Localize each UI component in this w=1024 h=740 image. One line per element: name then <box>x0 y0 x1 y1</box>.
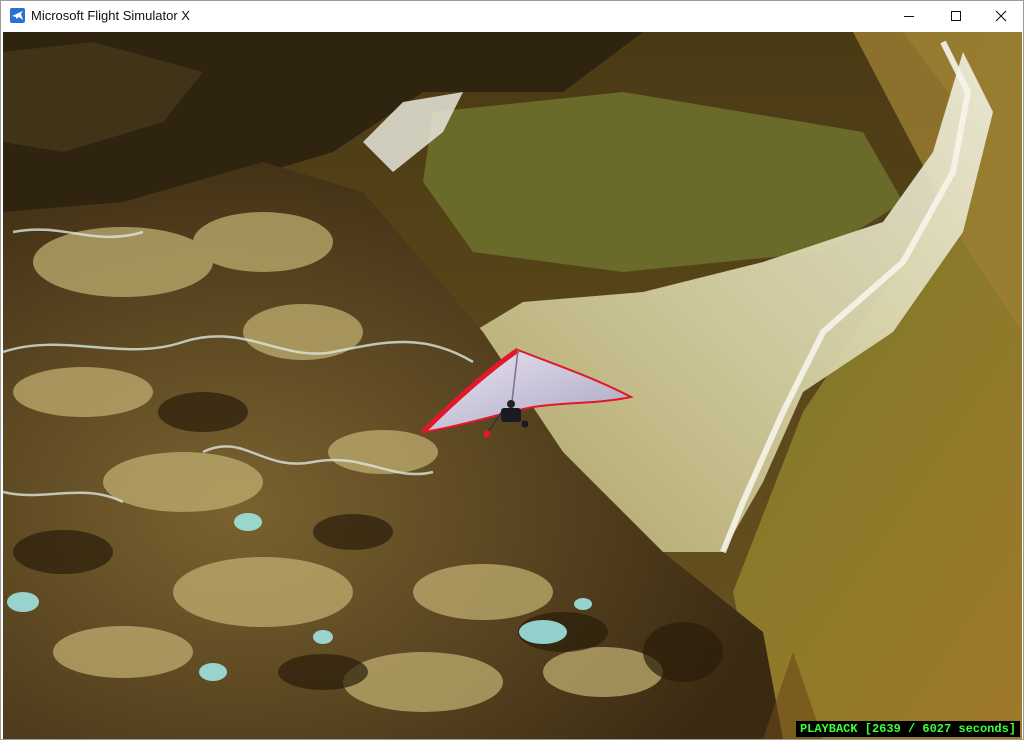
app-window: Microsoft Flight Simulator X PLAYBACK [2… <box>0 0 1024 740</box>
playback-status: PLAYBACK [2639 / 6027 seconds] <box>795 721 1020 737</box>
close-icon <box>995 10 1007 22</box>
maximize-icon <box>951 11 961 21</box>
window-title: Microsoft Flight Simulator X <box>31 8 190 23</box>
airplane-icon <box>10 8 25 23</box>
simulator-viewport[interactable]: PLAYBACK [2639 / 6027 seconds] <box>3 32 1022 739</box>
maximize-button[interactable] <box>933 1 979 31</box>
terrain-scene <box>3 32 1022 739</box>
minimize-icon <box>904 16 914 17</box>
title-bar[interactable]: Microsoft Flight Simulator X <box>1 1 1023 31</box>
minimize-button[interactable] <box>886 1 932 31</box>
close-button[interactable] <box>978 1 1024 31</box>
